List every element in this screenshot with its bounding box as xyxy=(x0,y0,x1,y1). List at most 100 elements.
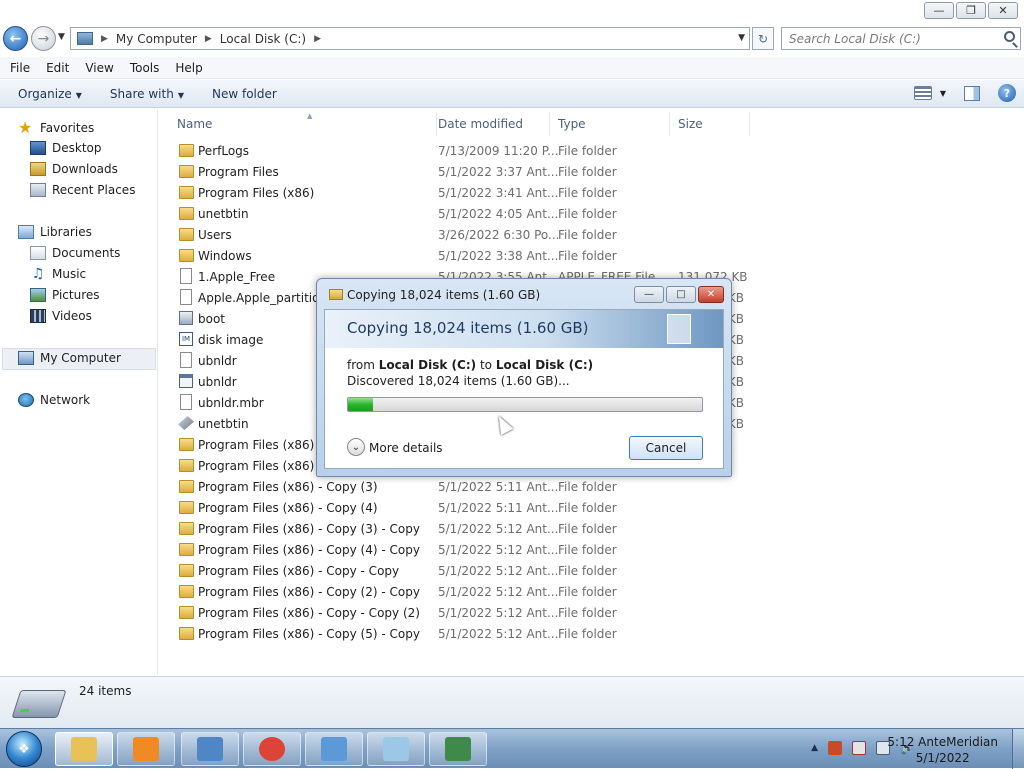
file-row[interactable]: Program Files (x86) - Copy - Copy 5/1/202… xyxy=(177,560,777,581)
minimize-button[interactable]: — xyxy=(924,2,954,19)
file-row[interactable]: Program Files (x86) - Copy - Copy (2) 5/1… xyxy=(177,602,777,623)
file-date: 5/1/2022 5:12 Ant... xyxy=(438,542,559,557)
refresh-icon: ↻ xyxy=(757,31,769,46)
breadcrumb-local-disk[interactable]: Local Disk (C:) xyxy=(220,32,306,46)
file-date: 5/1/2022 3:38 Ant... xyxy=(438,248,559,263)
tray-app-icon[interactable] xyxy=(828,741,842,755)
refresh-button[interactable]: ↻ xyxy=(752,27,774,50)
search-input[interactable]: Search Local Disk (C:) xyxy=(781,27,1021,50)
more-details-label[interactable]: More details xyxy=(369,441,443,455)
nav-network[interactable]: Network xyxy=(18,393,90,407)
folder-icon xyxy=(179,480,194,493)
file-icon xyxy=(180,268,192,284)
show-desktop-button[interactable] xyxy=(1012,729,1024,769)
nav-item-videos[interactable]: Videos xyxy=(30,309,92,323)
forward-button[interactable]: → xyxy=(31,26,56,51)
file-name: boot xyxy=(198,311,226,326)
share-with-label: Share with xyxy=(109,86,174,101)
item-count: 24 items xyxy=(79,684,132,698)
folder-icon xyxy=(179,459,194,472)
star-icon: ★ xyxy=(18,118,33,137)
file-name: Apple.Apple_partition_ xyxy=(198,290,334,305)
recent-pages-dropdown[interactable]: ▼ xyxy=(58,32,65,42)
cancel-button[interactable]: Cancel xyxy=(629,436,703,460)
change-view-button[interactable]: ▼ xyxy=(913,86,946,100)
taskbar-notepad-button[interactable] xyxy=(367,732,425,766)
chevron-right-icon[interactable]: ▶ xyxy=(314,34,321,44)
address-bar[interactable]: ▶ My Computer ▶ Local Disk (C:) ▶ ▼ xyxy=(70,27,750,50)
file-row[interactable]: PerfLogs 7/13/2009 11:20 P... File folder xyxy=(177,140,777,161)
chevron-right-icon[interactable]: ▶ xyxy=(101,34,108,44)
nav-item-music[interactable]: ♫ Music xyxy=(30,267,86,281)
file-name: Program Files (x86) - Copy (3) - Copy xyxy=(198,521,420,536)
dialog-close-button[interactable]: ✕ xyxy=(698,286,724,303)
dialog-maximize-button[interactable]: □ xyxy=(666,286,696,303)
pictures-icon xyxy=(30,288,46,302)
column-header-name[interactable]: Name ▲ xyxy=(169,112,437,136)
taskbar-chrome-button[interactable] xyxy=(243,732,301,766)
menu-help[interactable]: Help xyxy=(167,61,210,75)
taskbar-photo-viewer-button[interactable] xyxy=(305,732,363,766)
column-header-size[interactable]: Size xyxy=(670,112,750,136)
nav-item-desktop[interactable]: Desktop xyxy=(30,141,102,155)
breadcrumb-my-computer[interactable]: My Computer xyxy=(116,32,197,46)
taskbar-control-panel-button[interactable] xyxy=(181,732,239,766)
address-dropdown-icon[interactable]: ▼ xyxy=(738,33,745,43)
file-name: Windows xyxy=(198,248,252,263)
column-header-type[interactable]: Type xyxy=(550,112,670,136)
new-folder-button[interactable]: New folder xyxy=(204,87,285,101)
file-name: Users xyxy=(198,227,232,242)
back-button[interactable]: ← xyxy=(3,26,28,51)
maximize-button[interactable]: ❐ xyxy=(956,2,986,19)
close-button[interactable]: ✕ xyxy=(988,2,1018,19)
file-row[interactable]: Program Files (x86) - Copy (2) - Copy 5/1… xyxy=(177,581,777,602)
share-with-button[interactable]: Share with ▼ xyxy=(102,87,192,101)
taskbar-windows-explorer-button[interactable] xyxy=(55,732,113,766)
taskbar-task-manager-button[interactable] xyxy=(429,732,487,766)
nav-my-computer[interactable]: My Computer xyxy=(18,351,121,365)
preview-pane-icon[interactable] xyxy=(964,85,980,101)
nav-item-pictures[interactable]: Pictures xyxy=(30,288,100,302)
dialog-titlebar[interactable]: Copying 18,024 items (1.60 GB) — □ ✕ xyxy=(317,279,731,309)
search-icon[interactable] xyxy=(1004,31,1015,42)
menu-tools[interactable]: Tools xyxy=(122,61,168,75)
start-button[interactable]: ❖ xyxy=(6,731,42,767)
file-type: File folder xyxy=(558,542,617,557)
column-header-date[interactable]: Date modified xyxy=(430,112,550,136)
nav-item-documents[interactable]: Documents xyxy=(30,246,120,260)
executable-icon xyxy=(179,374,193,388)
action-center-icon[interactable] xyxy=(852,741,866,755)
control-panel-icon xyxy=(197,737,223,761)
file-row[interactable]: Program Files (x86) - Copy (3) 5/1/2022 5… xyxy=(177,476,777,497)
dialog-minimize-button[interactable]: — xyxy=(634,286,664,303)
file-date: 5/1/2022 3:41 Ant... xyxy=(438,185,559,200)
file-row[interactable]: Program Files 5/1/2022 3:37 Ant... File fo… xyxy=(177,161,777,182)
taskbar-media-player-button[interactable] xyxy=(117,732,175,766)
file-row[interactable]: Program Files (x86) - Copy (5) - Copy 5/1… xyxy=(177,623,777,644)
file-row[interactable]: Program Files (x86) - Copy (3) - Copy 5/1… xyxy=(177,518,777,539)
menu-view[interactable]: View xyxy=(77,61,121,75)
menu-file[interactable]: File xyxy=(2,61,38,75)
more-details-toggle[interactable]: ⌄ xyxy=(347,438,365,456)
file-row[interactable]: Windows 5/1/2022 3:38 Ant... File folder xyxy=(177,245,777,266)
file-row[interactable]: Program Files (x86) 5/1/2022 3:41 Ant... F… xyxy=(177,182,777,203)
chevron-right-icon[interactable]: ▶ xyxy=(205,34,212,44)
clock[interactable]: 5:12 AnteMeridian 5/1/2022 xyxy=(887,734,998,766)
organize-button[interactable]: Organize ▼ xyxy=(10,87,90,101)
help-icon[interactable]: ? xyxy=(998,84,1016,102)
nav-favorites[interactable]: ★ Favorites xyxy=(18,120,94,136)
file-name: ubnldr xyxy=(198,353,237,368)
window-controls: — ❐ ✕ xyxy=(924,2,1018,19)
file-row[interactable]: Program Files (x86) - Copy (4) - Copy 5/1… xyxy=(177,539,777,560)
nav-libraries[interactable]: Libraries xyxy=(18,225,92,239)
nav-item-recent-places[interactable]: Recent Places xyxy=(30,183,135,197)
file-row[interactable]: Users 3/26/2022 6:30 Po... File folder xyxy=(177,224,777,245)
dialog-window-controls: — □ ✕ xyxy=(634,286,724,303)
file-row[interactable]: unetbtin 5/1/2022 4:05 Ant... File folder xyxy=(177,203,777,224)
show-hidden-icons-icon[interactable]: ▲ xyxy=(811,743,818,753)
file-row[interactable]: Program Files (x86) - Copy (4) 5/1/2022 5… xyxy=(177,497,777,518)
menu-edit[interactable]: Edit xyxy=(38,61,77,75)
folder-icon xyxy=(179,249,194,262)
nav-item-downloads[interactable]: Downloads xyxy=(30,162,118,176)
chrome-icon xyxy=(259,737,285,761)
